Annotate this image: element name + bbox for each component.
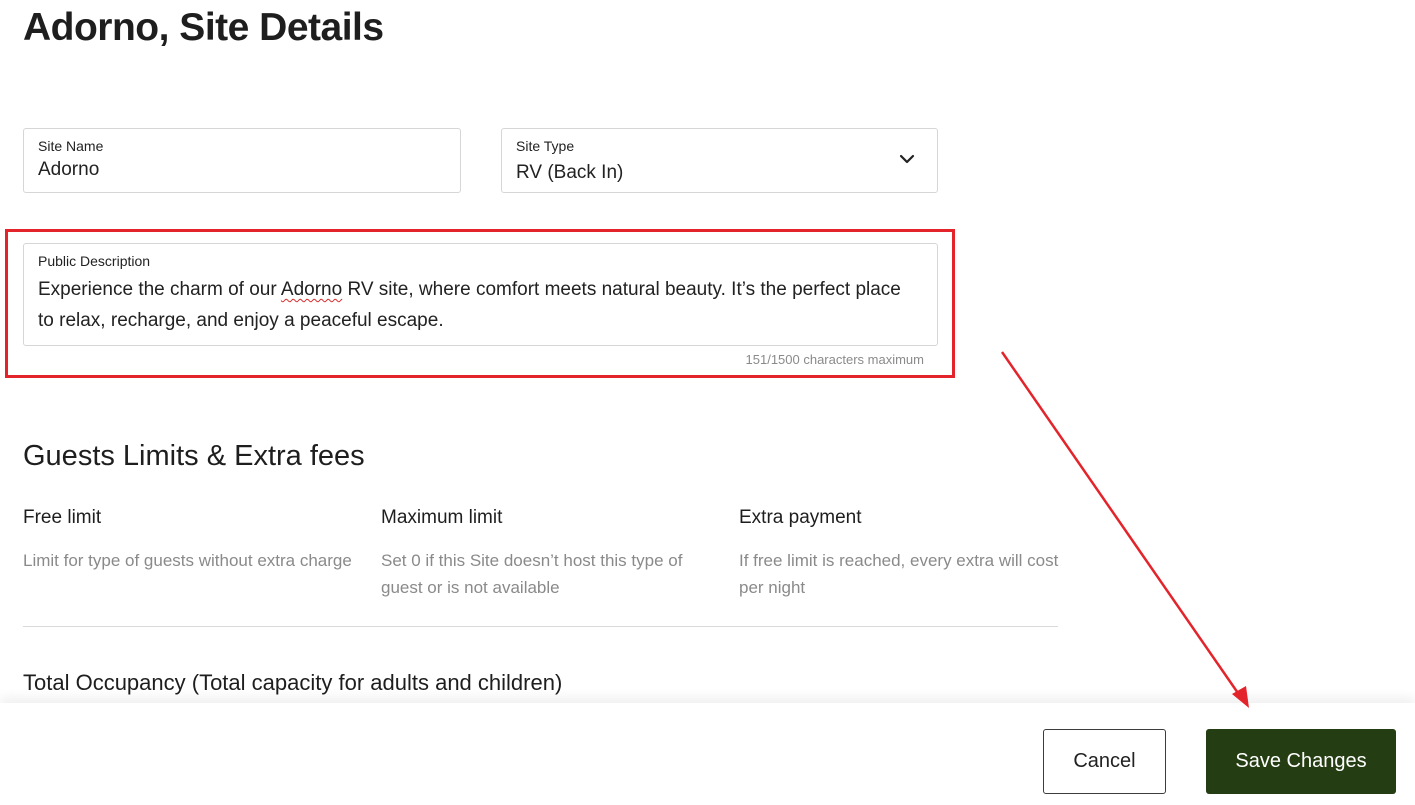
site-name-label: Site Name [38,138,104,154]
cancel-button[interactable]: Cancel [1043,729,1166,794]
site-type-select[interactable]: Site Type RV (Back In) [501,128,938,193]
guests-section-title: Guests Limits & Extra fees [23,440,365,472]
public-description-label: Public Description [38,253,151,269]
misspelled-word: Adorno [280,279,343,300]
description-text-start: Experience the charm of our [38,279,281,300]
site-type-value[interactable]: RV (Back In) [516,162,623,184]
public-description-textarea[interactable]: Experience the charm of our Adorno RV si… [38,274,917,336]
extra-payment-title: Extra payment [739,507,862,528]
site-name-value[interactable]: Adorno [38,159,99,181]
maximum-limit-description: Set 0 if this Site doesn’t host this typ… [381,551,683,597]
free-limit-title: Free limit [23,507,102,528]
section-divider [23,626,1058,627]
extra-payment-column: Extra payment If free limit is reached, … [739,507,1069,601]
free-limit-description: Limit for type of guests without extra c… [23,551,352,570]
total-occupancy-title: Total Occupancy (Total capacity for adul… [23,670,563,695]
chevron-down-icon[interactable] [899,153,915,165]
public-description-field[interactable]: Public Description Experience the charm … [23,243,938,346]
footer-action-bar: Cancel Save Changes [0,703,1415,805]
extra-payment-description: If free limit is reached, every extra wi… [739,551,1059,597]
page-title: Adorno, Site Details [23,6,384,49]
maximum-limit-title: Maximum limit [381,507,503,528]
maximum-limit-column: Maximum limit Set 0 if this Site doesn’t… [381,507,711,601]
site-details-page: Adorno, Site Details Site Name Adorno Si… [0,0,1415,805]
site-name-field[interactable]: Site Name Adorno [23,128,461,193]
save-changes-button[interactable]: Save Changes [1206,729,1396,794]
character-counter: 151/1500 characters maximum [745,352,924,367]
free-limit-column: Free limit Limit for type of guests with… [23,507,353,574]
site-type-label: Site Type [516,138,575,154]
